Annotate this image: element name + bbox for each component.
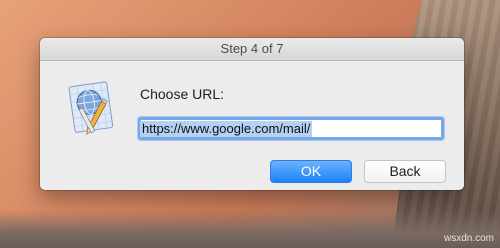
watermark: wsxdn.com — [443, 233, 494, 244]
url-input-value[interactable]: https://www.google.com/mail/ — [140, 121, 313, 137]
prompt-label: Choose URL: — [140, 86, 225, 102]
script-editor-icon — [64, 78, 120, 140]
dialog-title: Step 4 of 7 — [40, 38, 464, 61]
background-ground — [0, 210, 500, 248]
back-button[interactable]: Back — [364, 160, 446, 183]
step-dialog: Step 4 of 7 Choose URL: https://www.goog… — [40, 38, 464, 190]
ok-button[interactable]: OK — [270, 160, 352, 183]
